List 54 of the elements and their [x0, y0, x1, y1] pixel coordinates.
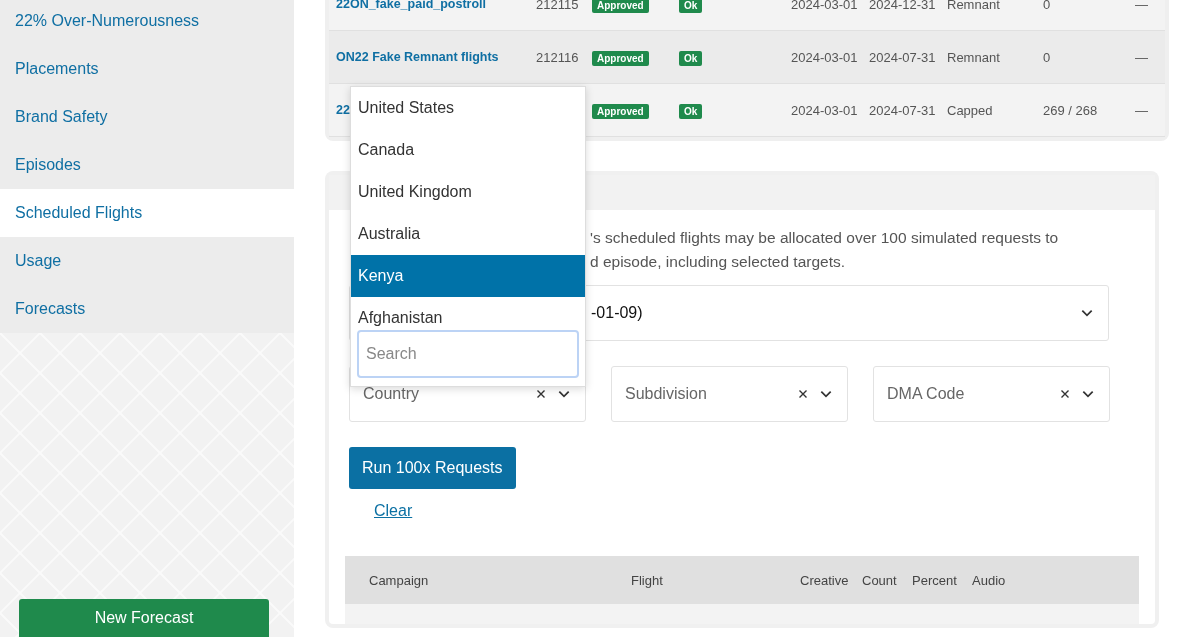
table-cell-text: Capped	[947, 102, 994, 118]
clear-icon[interactable]	[1059, 388, 1071, 400]
dropdown-option[interactable]: Australia	[351, 213, 585, 255]
table-cell-text: Remnant	[947, 0, 1001, 12]
table-cell-text: 212115	[536, 0, 580, 12]
status-badge: Approved	[592, 50, 649, 66]
sidebar-item[interactable]: Usage	[0, 237, 294, 285]
dropdown-option[interactable]: United States	[351, 87, 585, 129]
new-forecast-button[interactable]: New Forecast	[19, 599, 269, 637]
table-cell-text: —	[1135, 49, 1149, 65]
clear-icon[interactable]	[535, 388, 547, 400]
table-cell-text: 2024-03-01	[791, 102, 859, 118]
run-requests-button[interactable]: Run 100x Requests	[349, 447, 516, 489]
table-cell-text: 2024-03-01	[791, 49, 859, 65]
sidebar-item[interactable]: Forecasts	[0, 285, 294, 333]
status-badge: Approved	[592, 0, 649, 13]
sidebar-item[interactable]: Scheduled Flights	[0, 189, 294, 237]
column-header: Flight	[631, 573, 663, 588]
sidebar-item[interactable]: 22% Over-Numerousness	[0, 0, 294, 45]
table-cell-text: 212116	[536, 49, 580, 65]
table-cell-text: 2024-07-31	[869, 49, 937, 65]
filter-select[interactable]: Subdivision	[611, 366, 848, 422]
dropdown-option[interactable]: Canada	[351, 129, 585, 171]
sidebar-item[interactable]: Placements	[0, 45, 294, 93]
table-cell-text: 0	[1043, 0, 1052, 12]
description-text: 's scheduled flights may be allocated over 100 simulated requests to	[590, 228, 1059, 248]
description-text: d episode, including selected targets.	[590, 252, 846, 272]
column-header: Creative	[800, 573, 849, 588]
sidebar-item[interactable]: Episodes	[0, 141, 294, 189]
table-cell-text: —	[1135, 102, 1149, 118]
dropdown-option[interactable]: Kenya	[351, 255, 585, 297]
table-cell-text: Remnant	[947, 49, 1001, 65]
status-badge: Approved	[592, 103, 649, 119]
column-header: Percent	[912, 573, 957, 588]
search-field[interactable]: Search	[357, 330, 579, 378]
dropdown-option[interactable]: Afghanistan	[351, 297, 585, 326]
health-badge: Ok	[679, 0, 703, 13]
table-cell-text: —	[1135, 0, 1149, 12]
table-cell-text: 269 / 268	[1043, 102, 1099, 118]
flight-link[interactable]: ON22 Fake Remnant flights	[329, 50, 536, 64]
health-badge: Ok	[679, 50, 703, 66]
column-header: Count	[862, 573, 897, 588]
dropdown-option[interactable]: United Kingdom	[351, 171, 585, 213]
table-cell-text: 2024-03-01	[791, 0, 859, 12]
filter-select[interactable]: DMA Code	[873, 366, 1110, 422]
clear-icon[interactable]	[797, 388, 809, 400]
column-header: Audio	[972, 573, 1006, 588]
clear-link[interactable]: Clear	[374, 502, 413, 520]
health-badge: Ok	[679, 103, 703, 119]
sidebar-item[interactable]: Brand Safety	[0, 93, 294, 141]
table-cell-text: 0	[1043, 49, 1052, 65]
column-header: Campaign	[369, 573, 429, 588]
table-cell-text: 2024-12-31	[869, 0, 937, 12]
table-cell-text: 2024-07-31	[869, 102, 937, 118]
